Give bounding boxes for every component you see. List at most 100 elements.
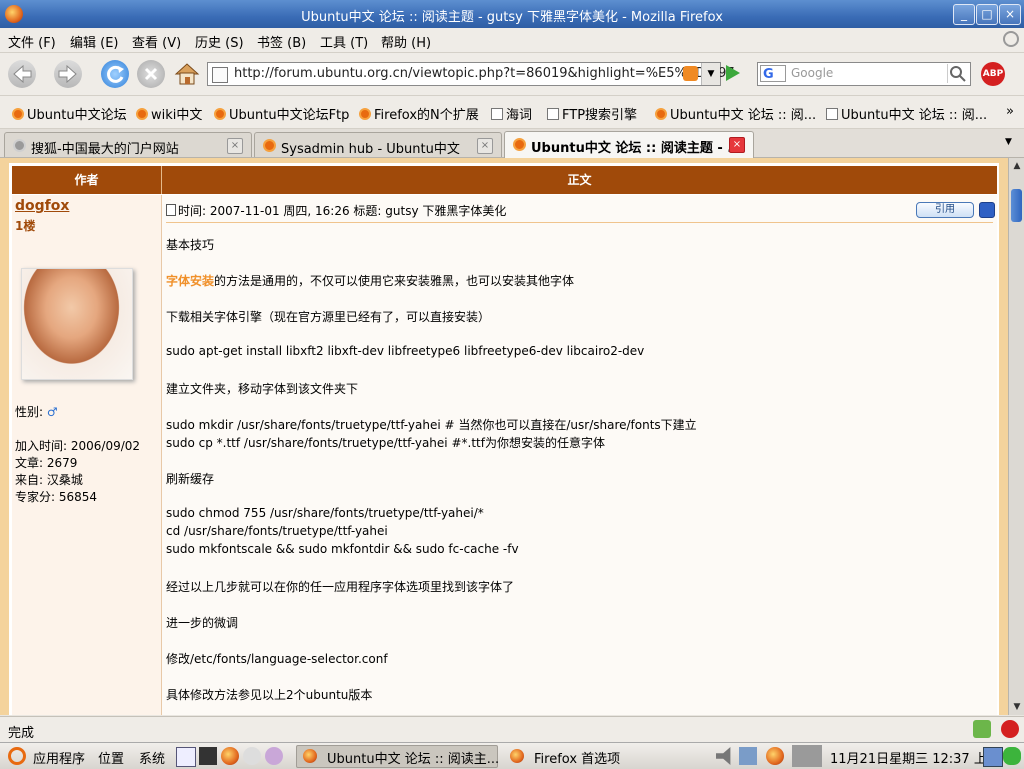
tab-list-dropdown[interactable]: ▼ [1005, 137, 1012, 147]
tab-sysadmin-hub[interactable]: Sysadmin hub - Ubuntu中文 × [254, 132, 502, 157]
search-box[interactable]: G Google [757, 62, 971, 86]
url-dropdown-button[interactable]: ▼ [701, 63, 720, 85]
places-menu[interactable]: 位置 [98, 748, 124, 767]
page-icon [491, 108, 503, 120]
reload-button[interactable] [101, 60, 129, 88]
bookmark-item[interactable]: 海词 [491, 104, 532, 123]
post-line: 下载相关字体引擎（现在官方源里已经有了，可以直接安装） [166, 310, 491, 324]
search-engine-selector[interactable]: G [760, 65, 786, 82]
menu-view[interactable]: 查看 (V) [132, 32, 181, 51]
show-desktop-icon[interactable] [176, 747, 196, 767]
avatar [21, 268, 133, 380]
minimize-button[interactable]: _ [953, 4, 975, 25]
scroll-down-arrow[interactable]: ▼ [1010, 700, 1024, 714]
column-author: 作者 [12, 166, 162, 194]
post-header: 时间: 2007-11-01 周四, 16:26 标题: gutsy 下雅黑字体… [166, 202, 506, 219]
network-icon[interactable] [739, 747, 757, 765]
scrollbar-thumb[interactable] [1011, 189, 1022, 222]
gender-label: 性别: [15, 405, 44, 419]
tab-close-icon[interactable]: × [729, 137, 745, 153]
system-menu[interactable]: 系统 [139, 748, 165, 767]
search-button[interactable] [947, 64, 968, 83]
menu-history[interactable]: 历史 (S) [195, 32, 244, 51]
search-input[interactable]: Google [791, 66, 833, 80]
stop-icon [144, 67, 158, 81]
male-icon: ♂ [46, 405, 58, 419]
username-link[interactable]: dogfox [15, 198, 69, 214]
gnome-panel: 应用程序 位置 系统 Ubuntu中文 论坛 :: 阅读主... Firefox… [0, 742, 1024, 769]
quote-button[interactable]: 引用 [916, 202, 974, 218]
floor-number: 1楼 [15, 219, 36, 233]
window-list-icon[interactable] [983, 747, 1003, 767]
menu-bookmarks[interactable]: 书签 (B) [257, 32, 306, 51]
bookmark-label: 海词 [506, 108, 533, 123]
menu-file[interactable]: 文件 (F) [8, 32, 56, 51]
taskbar-window-forum[interactable]: Ubuntu中文 论坛 :: 阅读主... [296, 745, 499, 768]
volume-icon[interactable] [716, 747, 731, 765]
ubuntu-icon [359, 108, 371, 120]
sohu-favicon [13, 139, 26, 152]
go-button[interactable] [726, 65, 740, 81]
bookmark-item[interactable]: FTP搜索引擎 [547, 104, 637, 123]
more-options-button[interactable] [979, 202, 995, 218]
tab-label: Sysadmin hub - Ubuntu中文 [281, 142, 460, 157]
firefox-icon [510, 749, 524, 763]
page-icon [212, 67, 228, 83]
menu-help[interactable]: 帮助 (H) [381, 32, 431, 51]
tab-close-icon[interactable]: × [477, 138, 493, 154]
highlighted-keyword: 字体安装 [166, 274, 215, 288]
forum-post-table: 作者 正文 dogfox 1楼 性别: ♂ 加入时间: 2006/09/02 文… [9, 163, 999, 715]
bookmark-item[interactable]: Ubuntu中文 论坛 :: 阅... [655, 104, 816, 123]
bookmark-label: Ubuntu中文论坛Ftp [229, 108, 350, 123]
bookmark-label: FTP搜索引擎 [562, 108, 638, 123]
workspace-switcher[interactable] [792, 745, 822, 767]
firefox-tray-icon[interactable] [766, 747, 784, 765]
terminal-icon[interactable] [199, 747, 217, 765]
tab-forum-topic[interactable]: Ubuntu中文 论坛 :: 阅读主题 - ... × [504, 131, 754, 158]
taskbar-window-preferences[interactable]: Firefox 首选项 [503, 745, 705, 768]
extension-status-icon[interactable] [973, 720, 991, 738]
forward-button[interactable] [54, 60, 82, 88]
clock[interactable]: 11月21日星期三 12:37 上午 [830, 748, 1000, 767]
firefox-launcher-icon[interactable] [221, 747, 239, 765]
menu-edit[interactable]: 编辑 (E) [70, 32, 119, 51]
status-bar: 完成 [0, 716, 1024, 743]
home-button[interactable] [173, 60, 201, 88]
rss-feed-icon[interactable] [683, 66, 698, 81]
bookmark-item[interactable]: Firefox的N个扩展 [359, 104, 479, 123]
firefox-icon [303, 749, 317, 763]
adblock-plus-icon[interactable]: ABP [981, 62, 1005, 86]
scroll-up-arrow[interactable]: ▲ [1010, 159, 1024, 173]
bookmark-item[interactable]: Ubuntu中文论坛 [12, 104, 127, 123]
tab-label: 搜狐-中国最大的门户网站 [31, 142, 179, 157]
post-header-text: 时间: 2007-11-01 周四, 16:26 标题: gutsy 下雅黑字体… [178, 204, 507, 218]
bookmarks-overflow-button[interactable]: » [1006, 104, 1014, 119]
menu-tools[interactable]: 工具 (T) [320, 32, 368, 51]
post-line: sudo apt-get install libxft2 libxft-dev … [166, 344, 645, 358]
post-line: sudo mkfontscale && sudo mkfontdir && su… [166, 542, 519, 556]
url-bar[interactable]: http://forum.ubuntu.org.cn/viewtopic.php… [207, 62, 735, 86]
tab-sohu[interactable]: 搜狐-中国最大的门户网站 × [4, 132, 252, 157]
window-titlebar[interactable]: Ubuntu中文 论坛 :: 阅读主题 - gutsy 下雅黑字体美化 - Mo… [0, 0, 1024, 28]
post-icon [166, 204, 176, 216]
running-man-icon[interactable] [1003, 747, 1021, 765]
ubuntu-icon [214, 108, 226, 120]
post-line: 字体安装的方法是通用的，不仅可以使用它来安装雅黑，也可以安装其他字体 [166, 272, 574, 289]
tab-close-icon[interactable]: × [227, 138, 243, 154]
messenger-icon[interactable] [265, 747, 283, 765]
vertical-scrollbar[interactable]: ▲ ▼ [1008, 158, 1024, 715]
back-button[interactable] [8, 60, 36, 88]
bookmark-item[interactable]: wiki中文 [136, 104, 202, 123]
applications-menu[interactable]: 应用程序 [33, 748, 85, 767]
stop-button[interactable] [137, 60, 165, 88]
bookmark-item[interactable]: Ubuntu中文 论坛 :: 阅... [826, 104, 987, 123]
bookmark-item[interactable]: Ubuntu中文论坛Ftp [214, 104, 349, 123]
close-button[interactable]: × [999, 4, 1021, 25]
maximize-button[interactable]: □ [976, 4, 998, 25]
url-text[interactable]: http://forum.ubuntu.org.cn/viewtopic.php… [234, 66, 735, 81]
post-line: 修改/etc/fonts/language-selector.conf [166, 652, 388, 666]
adblock-status-icon[interactable] [1001, 720, 1019, 738]
tab-bar: 搜狐-中国最大的门户网站 × Sysadmin hub - Ubuntu中文 ×… [0, 129, 1024, 158]
mail-icon[interactable] [243, 747, 261, 765]
navigation-toolbar: http://forum.ubuntu.org.cn/viewtopic.php… [0, 53, 1024, 96]
